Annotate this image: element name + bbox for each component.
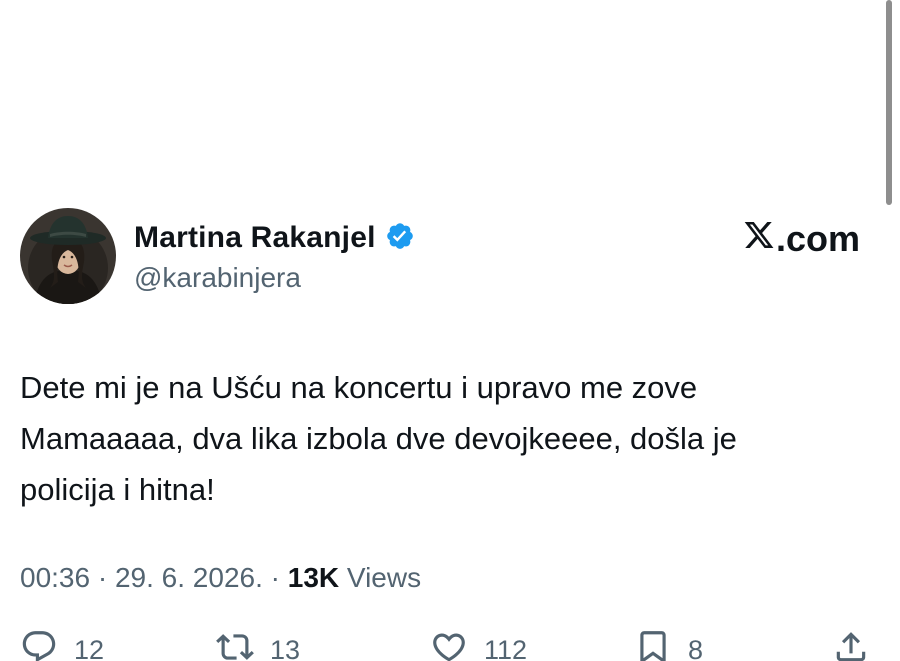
- verified-badge-icon: [376, 221, 415, 256]
- bookmark-button[interactable]: 8: [634, 628, 703, 661]
- action-bar: 12 13 112 8: [20, 628, 880, 661]
- tweet-header: Martina Rakanjel @karabinjera .com: [20, 208, 870, 308]
- like-button[interactable]: 112: [430, 628, 527, 661]
- tweet-text: Dete mi je na Ušću na koncertu i upravo …: [20, 362, 870, 515]
- reply-button[interactable]: 12: [20, 628, 104, 661]
- share-icon: [832, 628, 886, 661]
- tweet-text-line: policija i hitna!: [20, 472, 215, 507]
- x-logo-icon: [743, 218, 776, 260]
- like-count: 112: [484, 635, 528, 661]
- tweet-text-line: Mamaaaaa, dva lika izbola dve devojkeeee…: [20, 421, 737, 456]
- display-name[interactable]: Martina Rakanjel: [134, 221, 376, 255]
- tweet-date[interactable]: 29. 6. 2026.: [115, 562, 263, 593]
- reply-count: 12: [74, 635, 105, 661]
- repost-count: 13: [270, 635, 301, 661]
- display-name-row: Martina Rakanjel: [134, 220, 415, 256]
- brand-label: .com: [775, 218, 860, 259]
- share-button[interactable]: [832, 628, 886, 661]
- bookmark-count: 8: [688, 635, 704, 661]
- meta-separator: ·: [262, 562, 288, 593]
- like-icon: [430, 628, 484, 661]
- tweet-meta: 00:36 · 29. 6. 2026. · 13K Views: [20, 562, 421, 594]
- meta-separator: ·: [90, 562, 115, 593]
- views-label: Views: [339, 562, 422, 593]
- avatar[interactable]: [20, 208, 116, 304]
- repost-icon: [216, 628, 270, 661]
- tweet-time[interactable]: 00:36: [20, 562, 90, 593]
- brand-logo[interactable]: .com: [743, 218, 860, 260]
- repost-button[interactable]: 13: [216, 628, 300, 661]
- scrollbar-thumb[interactable]: [886, 0, 892, 205]
- reply-icon: [20, 628, 74, 661]
- tweet-text-line: Dete mi je na Ušću na koncertu i upravo …: [20, 370, 698, 405]
- views-count: 13K: [287, 562, 340, 593]
- bookmark-icon: [634, 628, 688, 661]
- username[interactable]: @karabinjera: [134, 262, 301, 294]
